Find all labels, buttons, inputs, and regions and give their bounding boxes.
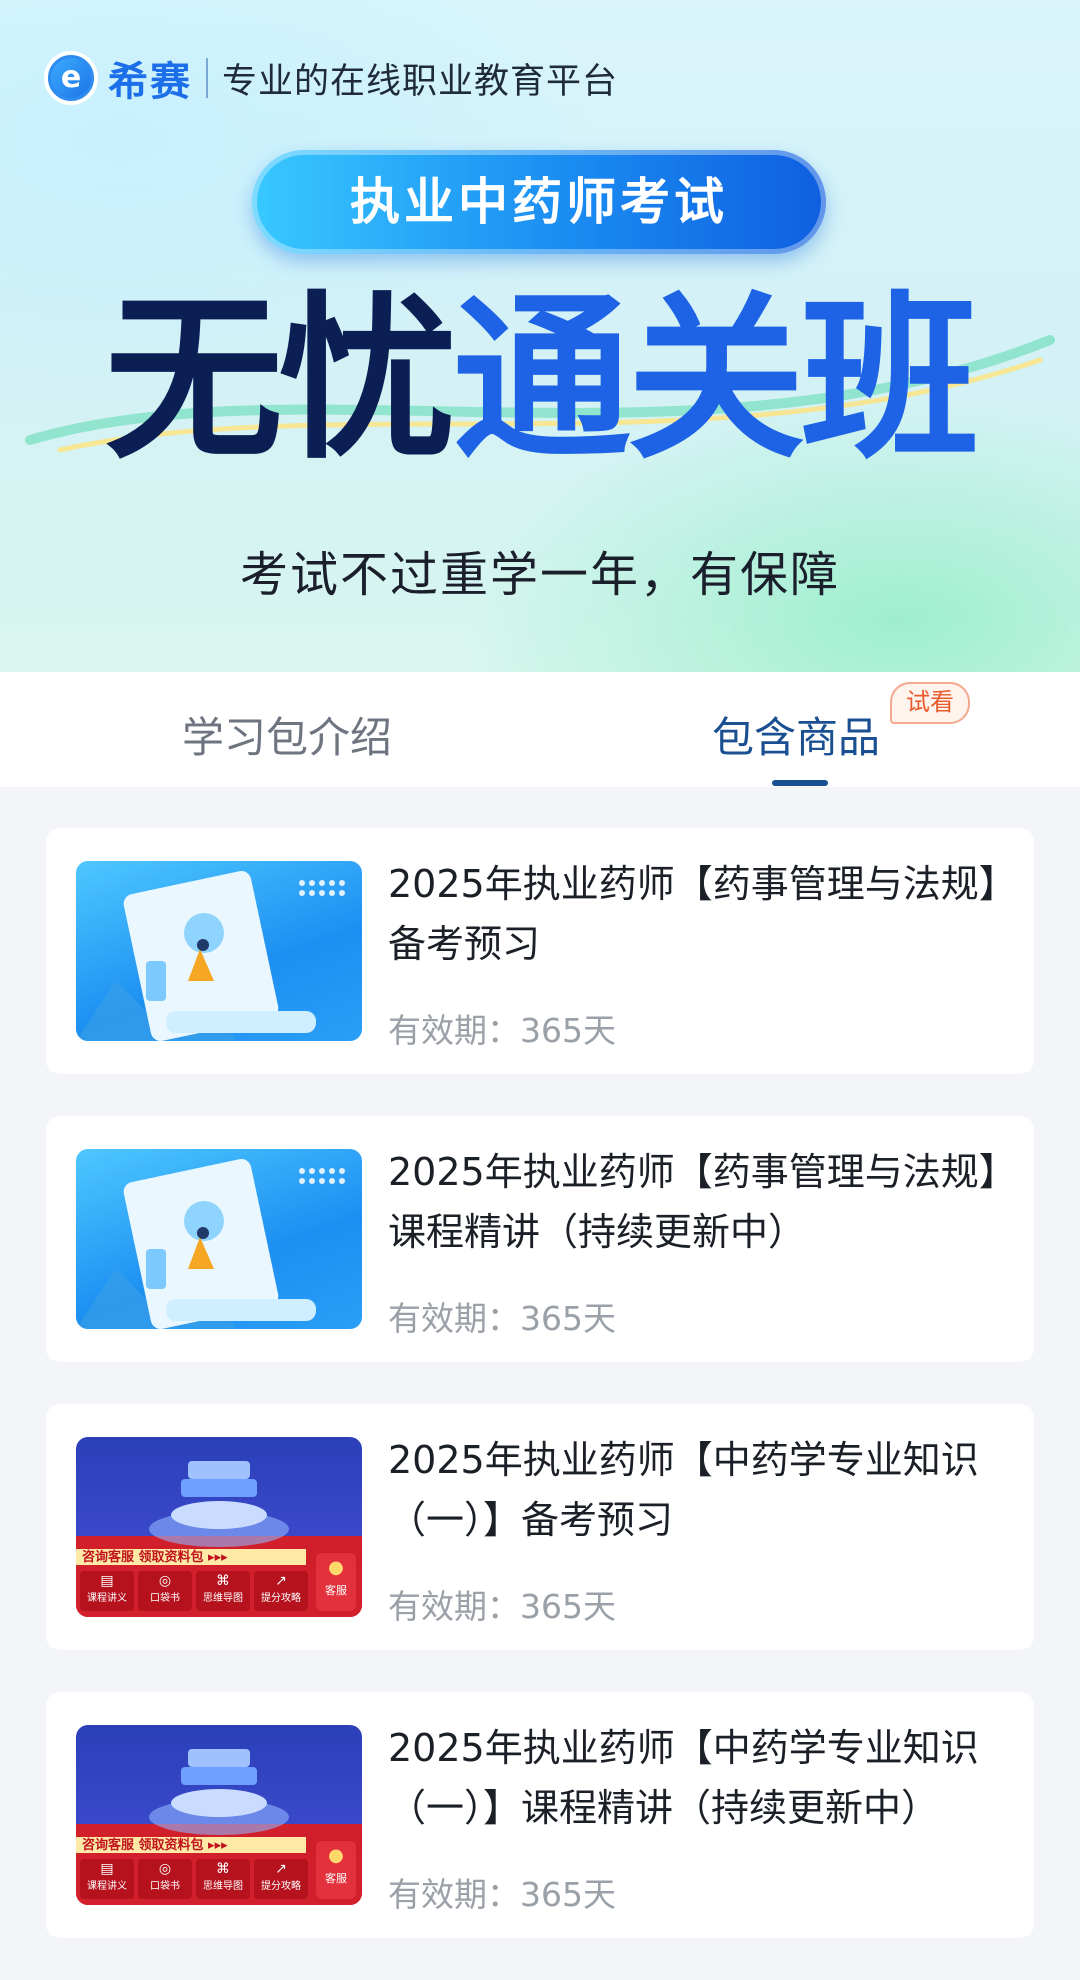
tab-package-intro[interactable]: 学习包介绍 <box>182 704 392 765</box>
person-icon: ● <box>328 1557 344 1578</box>
product-title[interactable]: 2025年执业药师【药事管理与法规】课程精讲（持续更新中） <box>388 1142 1008 1262</box>
books-illustration-icon <box>149 1461 289 1547</box>
feature-mind-map: ⌘ 思维导图 <box>196 1859 250 1899</box>
logo-divider <box>206 58 208 98</box>
mindmap-icon: ⌘ <box>216 1861 230 1877</box>
customer-service-badge: ● 客服 <box>316 1841 356 1899</box>
feature-tips: ↗ 提分攻略 <box>254 1571 308 1611</box>
exam-label-pill: 执业中药师考试 <box>252 150 826 254</box>
banner-headline: 无忧通关班 <box>0 290 1080 470</box>
product-card[interactable]: 咨询客服 领取资料包 ▸▸▸ ▤ 课程讲义 ◎ 口袋书 ⌘ 思维导图 ↗ 提分攻略 ● 客… <box>46 1692 1034 1938</box>
product-card[interactable]: 2025年执业药师【药事管理与法规】课程精讲（持续更新中） 有效期：365天 <box>46 1116 1034 1362</box>
product-thumbnail <box>76 1149 362 1329</box>
books-illustration-icon <box>149 1749 289 1835</box>
scroll-illustration-icon <box>76 1158 345 1329</box>
document-icon: ▤ <box>100 1861 114 1877</box>
mindmap-icon: ⌘ <box>216 1573 230 1589</box>
tab-included-products[interactable]: 包含商品 <box>712 704 880 765</box>
person-icon: ● <box>328 1845 344 1866</box>
product-thumbnail <box>76 861 362 1041</box>
thumb-feature-list: ▤ 课程讲义 ◎ 口袋书 ⌘ 思维导图 ↗ 提分攻略 <box>80 1571 312 1611</box>
brand-logo: e 希赛 专业的在线职业教育平台 <box>44 50 618 106</box>
chart-icon: ↗ <box>275 1573 287 1589</box>
product-list: 2025年执业药师【药事管理与法规】备考预习 有效期：365天 2025年执业药… <box>46 828 1034 1980</box>
product-thumbnail: 咨询客服 领取资料包 ▸▸▸ ▤ 课程讲义 ◎ 口袋书 ⌘ 思维导图 ↗ 提分攻略 ● 客… <box>76 1437 362 1617</box>
product-validity: 有效期：365天 <box>388 1299 616 1338</box>
feature-tips: ↗ 提分攻略 <box>254 1859 308 1899</box>
feature-pocket-book: ◎ 口袋书 <box>138 1859 192 1899</box>
product-title[interactable]: 2025年执业药师【中药学专业知识（一）】备考预习 <box>388 1430 1008 1550</box>
feature-lecture: ▤ 课程讲义 <box>80 1571 134 1611</box>
feature-mind-map: ⌘ 思维导图 <box>196 1571 250 1611</box>
brand-logo-icon: e <box>44 51 98 105</box>
tab-bar: 学习包介绍 包含商品 试看 <box>0 672 1080 787</box>
headline-blue-part: 通关班 <box>453 276 979 483</box>
product-title[interactable]: 2025年执业药师【药事管理与法规】备考预习 <box>388 854 1008 974</box>
document-icon: ▤ <box>100 1573 114 1589</box>
scroll-illustration-icon <box>76 870 345 1041</box>
brand-name: 希赛 <box>108 59 192 105</box>
thumb-feature-list: ▤ 课程讲义 ◎ 口袋书 ⌘ 思维导图 ↗ 提分攻略 <box>80 1859 312 1899</box>
promo-banner: e 希赛 专业的在线职业教育平台 执业中药师考试 无忧通关班 考试不过重学一年，… <box>0 0 1080 672</box>
active-tab-indicator <box>772 780 828 786</box>
banner-subtitle: 考试不过重学一年，有保障 <box>239 547 840 603</box>
feature-pocket-book: ◎ 口袋书 <box>138 1571 192 1611</box>
feature-lecture: ▤ 课程讲义 <box>80 1859 134 1899</box>
product-title[interactable]: 2025年执业药师【中药学专业知识（一）】课程精讲（持续更新中） <box>388 1718 1008 1838</box>
product-validity: 有效期：365天 <box>388 1587 616 1626</box>
headline-dark-part: 无忧 <box>105 276 457 483</box>
book-icon: ◎ <box>158 1861 172 1877</box>
product-validity: 有效期：365天 <box>388 1875 616 1914</box>
product-validity: 有效期：365天 <box>388 1011 616 1050</box>
product-card[interactable]: 2025年执业药师【药事管理与法规】备考预习 有效期：365天 <box>46 828 1034 1074</box>
brand-slogan: 专业的在线职业教育平台 <box>222 61 619 102</box>
product-thumbnail: 咨询客服 领取资料包 ▸▸▸ ▤ 课程讲义 ◎ 口袋书 ⌘ 思维导图 ↗ 提分攻略 ● 客… <box>76 1725 362 1905</box>
customer-service-badge: ● 客服 <box>316 1553 356 1611</box>
product-card[interactable]: 咨询客服 领取资料包 ▸▸▸ ▤ 课程讲义 ◎ 口袋书 ⌘ 思维导图 ↗ 提分攻略 ● 客… <box>46 1404 1034 1650</box>
trial-badge: 试看 <box>890 682 970 724</box>
book-icon: ◎ <box>158 1573 172 1589</box>
chart-icon: ↗ <box>275 1861 287 1877</box>
